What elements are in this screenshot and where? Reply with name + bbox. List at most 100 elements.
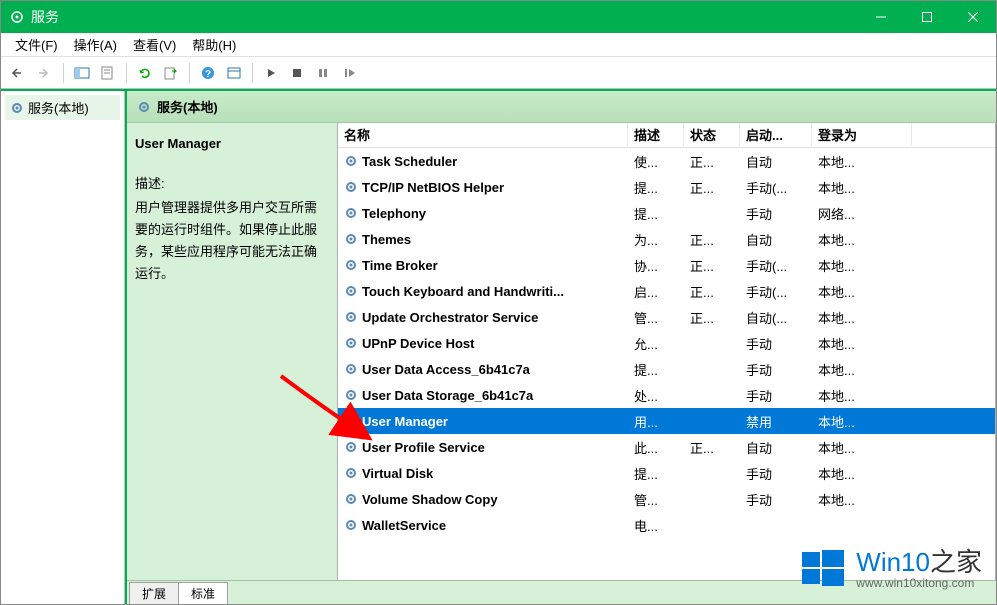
service-status: 正... [684, 176, 740, 199]
gear-icon [344, 232, 358, 246]
toolbar-separator [126, 63, 127, 83]
forward-button[interactable] [33, 61, 57, 85]
service-desc: 用... [628, 410, 684, 433]
details-button[interactable] [222, 61, 246, 85]
tree-root-services[interactable]: 服务(本地) [5, 95, 120, 120]
service-desc: 为... [628, 228, 684, 251]
service-logon: 本地... [812, 228, 912, 251]
start-service-button[interactable] [259, 61, 283, 85]
service-row[interactable]: User Data Access_6b41c7a提...手动本地... [338, 356, 995, 382]
column-logon[interactable]: 登录为 [812, 123, 912, 146]
menu-action[interactable]: 操作(A) [66, 33, 125, 56]
service-row[interactable]: Volume Shadow Copy管...手动本地... [338, 486, 995, 512]
gear-icon [10, 101, 24, 115]
service-startup: 手动 [740, 488, 812, 511]
pane-header-label: 服务(本地) [157, 97, 218, 116]
export-button[interactable] [159, 61, 183, 85]
service-status: 正... [684, 436, 740, 459]
service-name: User Data Access_6b41c7a [362, 362, 530, 377]
maximize-button[interactable] [904, 1, 950, 33]
service-row[interactable]: Telephony提...手动网络... [338, 200, 995, 226]
service-status: 正... [684, 254, 740, 277]
service-row[interactable]: Task Scheduler使...正...自动本地... [338, 148, 995, 174]
gear-icon [344, 492, 358, 506]
close-button[interactable] [950, 1, 996, 33]
gear-icon [344, 284, 358, 298]
service-name: Virtual Disk [362, 466, 433, 481]
service-name: User Manager [362, 414, 448, 429]
service-logon: 本地... [812, 176, 912, 199]
service-status [684, 341, 740, 345]
service-startup: 手动 [740, 384, 812, 407]
service-startup: 手动(... [740, 176, 812, 199]
service-logon: 本地... [812, 410, 912, 433]
description-text: 用户管理器提供多用户交互所需要的运行时组件。如果停止此服务，某些应用程序可能无法… [135, 197, 329, 285]
show-hide-tree-button[interactable] [70, 61, 94, 85]
service-logon: 本地... [812, 254, 912, 277]
service-status: 正... [684, 306, 740, 329]
service-startup: 手动 [740, 202, 812, 225]
menu-file[interactable]: 文件(F) [7, 33, 66, 56]
gear-icon [344, 414, 358, 428]
restart-service-button[interactable] [337, 61, 361, 85]
service-desc: 提... [628, 202, 684, 225]
column-name[interactable]: 名称 [338, 123, 628, 146]
toolbar-separator [63, 63, 64, 83]
column-status[interactable]: 状态 [684, 123, 740, 146]
service-logon: 本地... [812, 332, 912, 355]
service-logon: 本地... [812, 280, 912, 303]
service-desc: 提... [628, 358, 684, 381]
service-name: User Data Storage_6b41c7a [362, 388, 533, 403]
service-desc: 处... [628, 384, 684, 407]
service-row[interactable]: User Manager用...禁用本地... [338, 408, 995, 434]
tree-root-label: 服务(本地) [28, 98, 89, 117]
service-row[interactable]: Time Broker协...正...手动(...本地... [338, 252, 995, 278]
list-body[interactable]: Task Scheduler使...正...自动本地...TCP/IP NetB… [338, 148, 995, 603]
main-area: 服务(本地) 服务(本地) User Manager 描述: 用户管理器提供多用… [1, 89, 996, 604]
bottom-tabs: 扩展 标准 [127, 580, 996, 604]
services-list: 名称 描述 状态 启动... 登录为 Task Scheduler使...正..… [337, 123, 996, 604]
back-button[interactable] [7, 61, 31, 85]
service-status [684, 419, 740, 423]
toolbar-separator [189, 63, 190, 83]
services-pane: 服务(本地) User Manager 描述: 用户管理器提供多用户交互所需要的… [125, 91, 996, 604]
service-startup: 自动 [740, 228, 812, 251]
service-desc: 启... [628, 280, 684, 303]
menu-view[interactable]: 查看(V) [125, 33, 184, 56]
tab-extended[interactable]: 扩展 [129, 582, 179, 604]
service-row[interactable]: Themes为...正...自动本地... [338, 226, 995, 252]
title-bar: 服务 [1, 1, 996, 33]
column-startup[interactable]: 启动... [740, 123, 812, 146]
service-row[interactable]: UPnP Device Host允...手动本地... [338, 330, 995, 356]
service-row[interactable]: TCP/IP NetBIOS Helper提...正...手动(...本地... [338, 174, 995, 200]
gear-icon [344, 440, 358, 454]
service-row[interactable]: Virtual Disk提...手动本地... [338, 460, 995, 486]
service-row[interactable]: User Profile Service此...正...自动本地... [338, 434, 995, 460]
service-status [684, 367, 740, 371]
pause-service-button[interactable] [311, 61, 335, 85]
gear-icon [344, 206, 358, 220]
service-row[interactable]: Update Orchestrator Service管...正...自动(..… [338, 304, 995, 330]
service-name: TCP/IP NetBIOS Helper [362, 180, 504, 195]
service-row[interactable]: User Data Storage_6b41c7a处...手动本地... [338, 382, 995, 408]
column-description[interactable]: 描述 [628, 123, 684, 146]
service-row[interactable]: WalletService电... [338, 512, 995, 538]
service-logon: 本地... [812, 488, 912, 511]
list-header: 名称 描述 状态 启动... 登录为 [338, 123, 995, 148]
tab-standard[interactable]: 标准 [178, 582, 228, 604]
pane-body: User Manager 描述: 用户管理器提供多用户交互所需要的运行时组件。如… [127, 123, 996, 604]
gear-icon [344, 336, 358, 350]
menu-help[interactable]: 帮助(H) [184, 33, 244, 56]
tree-pane: 服务(本地) [1, 91, 125, 604]
properties-button[interactable] [96, 61, 120, 85]
refresh-button[interactable] [133, 61, 157, 85]
service-name: UPnP Device Host [362, 336, 474, 351]
service-name: Time Broker [362, 258, 438, 273]
stop-service-button[interactable] [285, 61, 309, 85]
service-status [684, 211, 740, 215]
help-button[interactable]: ? [196, 61, 220, 85]
description-label: 描述: [135, 173, 329, 195]
service-row[interactable]: Touch Keyboard and Handwriti...启...正...手… [338, 278, 995, 304]
service-startup [740, 523, 812, 527]
minimize-button[interactable] [858, 1, 904, 33]
